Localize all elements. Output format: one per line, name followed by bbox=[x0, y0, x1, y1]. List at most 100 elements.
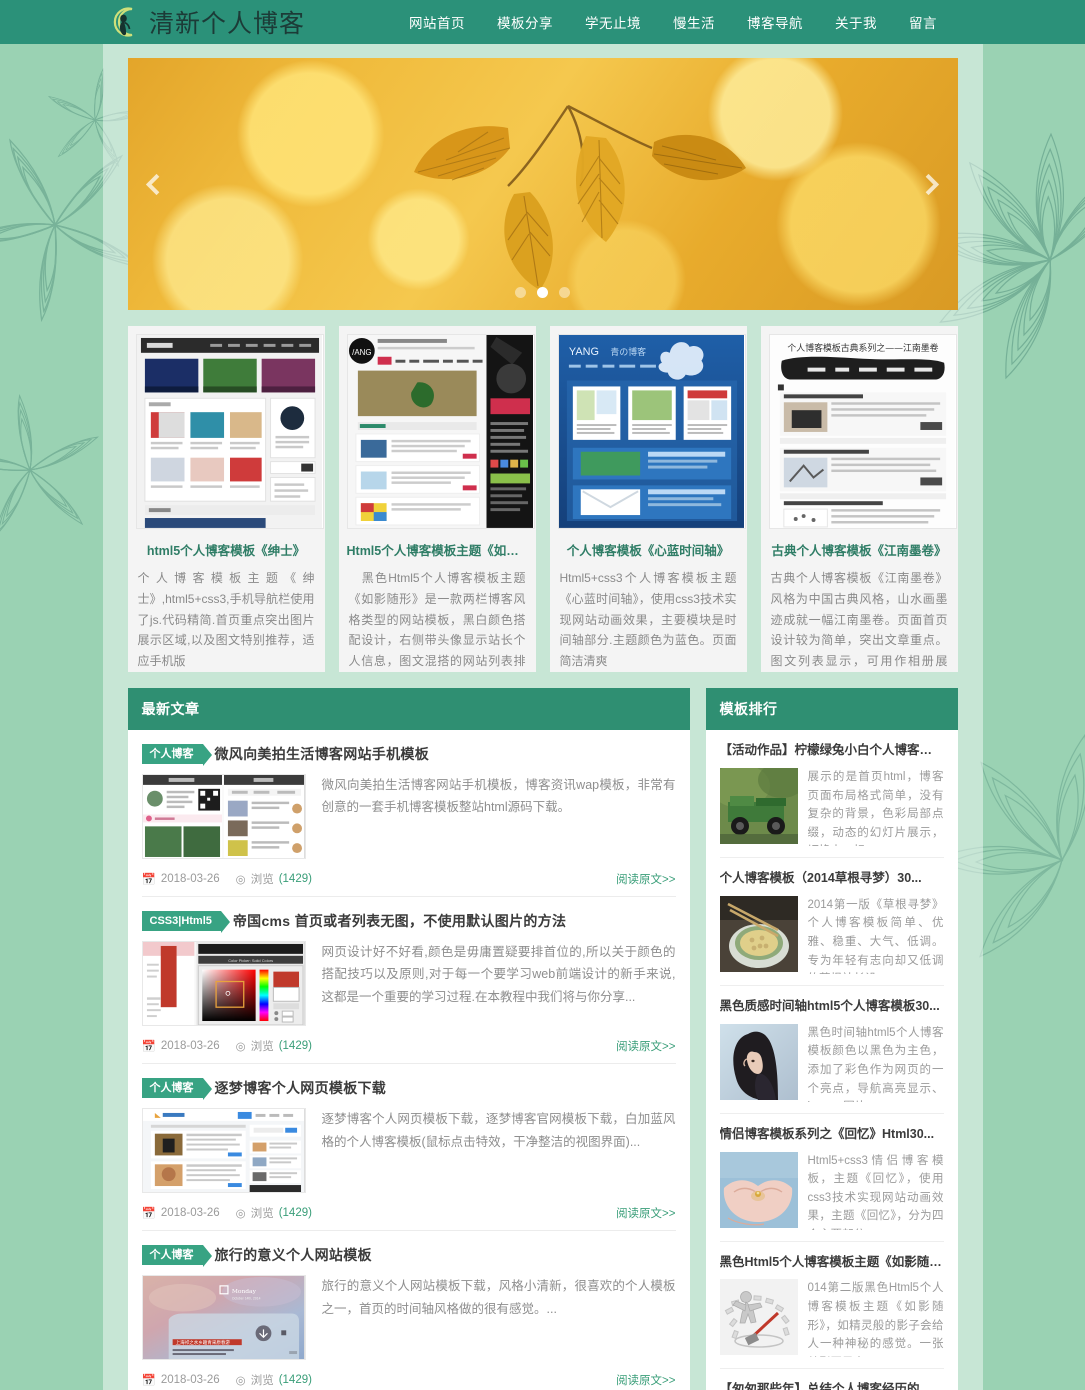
autumn-leaves-illustration bbox=[413, 104, 746, 290]
rank-item-thumbnail[interactable] bbox=[719, 1151, 798, 1228]
article-title[interactable]: 微风向美拍生活博客网站手机模板 bbox=[215, 744, 430, 764]
article-title[interactable]: 帝国cms 首页或者列表无图，不使用默认图片的方法 bbox=[233, 911, 566, 931]
rank-item[interactable]: 【匆匆那些年】总结个人博客经历的这四年...30... 木庄 bbox=[720, 1369, 944, 1390]
rank-item-thumbnail[interactable] bbox=[719, 895, 798, 972]
chevron-right-icon bbox=[917, 173, 940, 195]
svg-text:/ANG: /ANG bbox=[352, 348, 371, 357]
rank-item-desc: 014第二版黑色Html5个人博客模板主题《如影随形》，如精灵般的影子会给人一种… bbox=[807, 1282, 944, 1357]
article-category-tag[interactable]: CSS3|Html5 bbox=[141, 911, 231, 934]
template-thumbnail: 个人博客模板古典系列之——江南墨卷 bbox=[768, 334, 957, 529]
svg-text:上海祁之水乡趣青采原春游: 上海祁之水乡趣青采原春游 bbox=[175, 1340, 230, 1347]
read-more-link[interactable]: 阅读原文>> bbox=[616, 1038, 675, 1054]
article-header: 个人博客 旅行的意义个人网站模板 bbox=[141, 1245, 676, 1268]
nav-item-home[interactable]: 网站首页 bbox=[393, 12, 481, 32]
article-category-tag[interactable]: 个人博客 bbox=[141, 1078, 212, 1101]
rank-item-body: 014第二版黑色Html5个人博客模板主题《如影随形》，如精灵般的影子会给人一种… bbox=[719, 1279, 944, 1357]
article-category-tag[interactable]: 个人博客 bbox=[141, 1245, 212, 1268]
rank-item-body: 2014第一版《草根寻梦》个人博客模板简单、优雅、稳重、大气、低调。专为年轻有志… bbox=[719, 895, 944, 974]
rank-item-thumbnail[interactable] bbox=[719, 1279, 798, 1356]
template-card-desc: 黑色Html5个人博客模板主题《如影随形》是一款两栏博客风格类型的网站模板，黑白… bbox=[348, 571, 526, 668]
article-excerpt: 旅行的意义个人网站模板下载，风格小清新，很喜欢的个人模板之一，首页的时间轴风格做… bbox=[321, 1279, 676, 1316]
article-views-count: (1429) bbox=[278, 1040, 312, 1053]
rank-item-title[interactable]: 个人博客模板（2014草根寻梦）30... bbox=[720, 870, 944, 887]
article-title[interactable]: 逐梦博客个人网页模板下载 bbox=[215, 1078, 387, 1098]
rank-item[interactable]: 个人博客模板（2014草根寻梦）30... 2014第一版《草根寻梦》个人博客模… bbox=[719, 858, 944, 986]
article-views-label: 浏览 bbox=[250, 874, 274, 887]
rank-item[interactable]: 情侣博客模板系列之《回忆》Html30... Html5+css3情侣博客模板，… bbox=[719, 1114, 944, 1242]
eye-icon: ◎ bbox=[235, 1041, 246, 1054]
article-meta: 📅 2018-03-26 ◎ 浏览 (1429) 阅读原文>> bbox=[142, 871, 676, 887]
rank-item-thumbnail[interactable] bbox=[719, 1023, 798, 1100]
rank-item-body: 黑色时间轴html5个人博客模板颜色以黑色为主色，添加了彩色作为网页的一个亮点，… bbox=[719, 1023, 944, 1102]
template-card[interactable]: /ANG Html5个人博客模板主题《如影 黑色Html5个人博客模板主题《如影… bbox=[338, 326, 536, 672]
nav-item-learning[interactable]: 学无止境 bbox=[569, 12, 657, 32]
rank-item-title[interactable]: 【匆匆那些年】总结个人博客经历的这四年...30... bbox=[720, 1381, 944, 1390]
article-item[interactable]: 个人博客 微风向美拍生活博客网站手机模板 微风向美拍生活博客网站手机模板，博客资… bbox=[141, 730, 676, 898]
rank-item-title[interactable]: 【活动作品】柠檬绿兔小白个人博客模板30... bbox=[720, 742, 944, 759]
article-date: 2018-03-26 bbox=[160, 1374, 220, 1387]
rank-item[interactable]: 黑色Html5个人博客模板主题《如影随形》30... bbox=[719, 1242, 944, 1370]
site-header: 清新个人博客 网站首页 模板分享 学无止境 慢生活 博客导航 关于我 留言 bbox=[0, 0, 1085, 44]
template-ranking-heading: 模板排行 bbox=[705, 688, 958, 730]
rank-item-title[interactable]: 黑色质感时间轴html5个人博客模板30... bbox=[720, 998, 944, 1015]
latest-articles-panel: 最新文章 个人博客 微风向美拍生活博客网站手机模板 微风向美拍生活博客网站手机模… bbox=[127, 688, 690, 1390]
brand[interactable]: 清新个人博客 bbox=[108, 4, 305, 40]
rank-item-title[interactable]: 情侣博客模板系列之《回忆》Html30... bbox=[720, 1126, 944, 1143]
template-card[interactable]: 个人博客模板古典系列之——江南墨卷 古典个人博客模板《江南墨卷》 古典个人博客模… bbox=[760, 326, 958, 672]
hero-carousel[interactable] bbox=[127, 58, 958, 310]
read-more-link[interactable]: 阅读原文>> bbox=[616, 1205, 675, 1221]
article-body: 逐梦博客个人网页模板下载，逐梦博客官网模板下载，白加蓝风格的个人博客模板(鼠标点… bbox=[141, 1108, 676, 1194]
read-more-link[interactable]: 阅读原文>> bbox=[616, 1372, 675, 1388]
article-title[interactable]: 旅行的意义个人网站模板 bbox=[215, 1245, 372, 1265]
nav-item-aboutme[interactable]: 关于我 bbox=[819, 12, 893, 32]
latest-articles-list: 个人博客 微风向美拍生活博客网站手机模板 微风向美拍生活博客网站手机模板，博客资… bbox=[127, 730, 690, 1390]
article-item[interactable]: 个人博客 逐梦博客个人网页模板下载 逐梦博客个人网页模板下载，逐梦博客官网模板下… bbox=[141, 1064, 676, 1232]
template-card[interactable]: html5个人博客模板《绅士》 个人博客模板主题《绅士》,html5+css3,… bbox=[127, 326, 325, 672]
template-card-desc: Html5+css3个人博客模板主题《心蓝时间轴》，使用css3技术实现网站动画… bbox=[559, 571, 737, 668]
nav-item-slowlife[interactable]: 慢生活 bbox=[657, 12, 731, 32]
latest-articles-heading: 最新文章 bbox=[127, 688, 690, 730]
article-item[interactable]: CSS3|Html5 帝国cms 首页或者列表无图，不使用默认图片的方法 Col… bbox=[141, 897, 676, 1065]
template-ranking-list: 【活动作品】柠檬绿兔小白个人博客模板30... bbox=[705, 730, 958, 1390]
article-thumbnail[interactable]: Color Picker: Solid Colors bbox=[141, 941, 306, 1027]
article-item[interactable]: 个人博客 旅行的意义个人网站模板 Monday October 14th, 20… bbox=[141, 1231, 676, 1390]
rank-item[interactable]: 黑色质感时间轴html5个人博客模板30... 黑色时间轴html5个人博客模板… bbox=[719, 986, 944, 1114]
chevron-left-icon bbox=[145, 173, 168, 195]
rank-item-thumbnail[interactable] bbox=[719, 767, 798, 844]
template-card-desc: 古典个人博客模板《江南墨卷》风格为中国古典风格，山水画墨迹成就一幅江南墨卷。页面… bbox=[770, 571, 948, 668]
rank-item-title[interactable]: 黑色Html5个人博客模板主题《如影随形》30... bbox=[720, 1254, 944, 1271]
article-category-tag[interactable]: 个人博客 bbox=[141, 744, 212, 767]
template-thumbnail: /ANG bbox=[346, 334, 535, 529]
nav-item-templates[interactable]: 模板分享 bbox=[481, 12, 569, 32]
svg-text:Color Picker: Solid Colors: Color Picker: Solid Colors bbox=[228, 958, 273, 963]
template-thumbnail: YANG 青の博客 bbox=[557, 334, 746, 529]
template-cards: html5个人博客模板《绅士》 个人博客模板主题《绅士》,html5+css3,… bbox=[127, 326, 958, 672]
nav-item-blognav[interactable]: 博客导航 bbox=[731, 12, 819, 32]
rank-item-desc: Html5+css3情侣博客模板，主题《回忆》，使用css3技术实现网站动画效果… bbox=[807, 1154, 944, 1230]
carousel-prev-button[interactable] bbox=[140, 161, 170, 207]
eye-icon: ◎ bbox=[235, 1375, 246, 1388]
article-date: 2018-03-26 bbox=[160, 1207, 220, 1220]
template-card-title: html5个人博客模板《绅士》 bbox=[146, 544, 306, 558]
nav-item-message[interactable]: 留言 bbox=[893, 12, 953, 32]
article-header: 个人博客 微风向美拍生活博客网站手机模板 bbox=[141, 744, 676, 767]
article-thumbnail[interactable] bbox=[141, 1108, 306, 1194]
rank-item[interactable]: 【活动作品】柠檬绿兔小白个人博客模板30... bbox=[719, 730, 944, 858]
article-date: 2018-03-26 bbox=[160, 1040, 220, 1053]
carousel-dot-1[interactable] bbox=[515, 287, 526, 298]
template-card-desc: 个人博客模板主题《绅士》,html5+css3,手机导航栏使用了js.代码精简.… bbox=[137, 571, 315, 668]
article-views-label: 浏览 bbox=[250, 1375, 274, 1388]
main-nav: 网站首页 模板分享 学无止境 慢生活 博客导航 关于我 留言 bbox=[393, 12, 953, 32]
carousel-dot-2[interactable] bbox=[537, 287, 548, 298]
rank-item-body: Html5+css3情侣博客模板，主题《回忆》，使用css3技术实现网站动画效果… bbox=[719, 1151, 944, 1230]
read-more-link[interactable]: 阅读原文>> bbox=[616, 871, 675, 887]
svg-text:个人博客模板古典系列之——江南墨卷: 个人博客模板古典系列之——江南墨卷 bbox=[787, 342, 938, 354]
rank-item-body: 展示的是首页html，博客页面布局格式简单，没有复杂的背景，色彩局部点缀，动态的… bbox=[719, 767, 944, 846]
template-card[interactable]: YANG 青の博客 个人博客模板《心蓝时间轴》 Html5+css3个人博客模板… bbox=[549, 326, 747, 672]
template-card-title: 古典个人博客模板《江南墨卷》 bbox=[771, 544, 947, 558]
article-views-label: 浏览 bbox=[250, 1041, 274, 1054]
article-thumbnail[interactable] bbox=[141, 774, 306, 860]
article-thumbnail[interactable]: Monday October 14th, 2014 上海祁之水乡趣青采原春游 bbox=[141, 1275, 306, 1361]
carousel-dot-3[interactable] bbox=[559, 287, 570, 298]
carousel-next-button[interactable] bbox=[916, 161, 946, 207]
